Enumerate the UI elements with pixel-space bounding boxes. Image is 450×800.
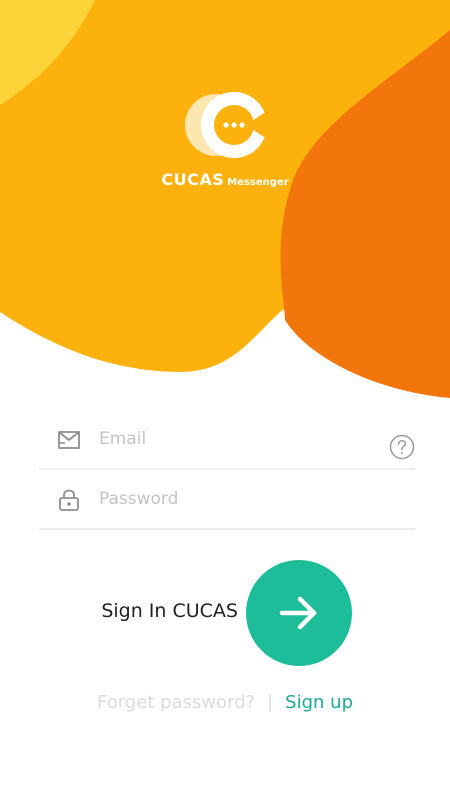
password-input[interactable]: [99, 484, 379, 514]
brand-wordmark: CUCAS Messenger: [0, 170, 450, 189]
brand-logo: CUCAS Messenger: [0, 90, 450, 200]
email-field-row: [39, 410, 415, 470]
login-screen: CUCASMessenger Sign In CUCAS Forg: [0, 0, 450, 800]
password-field-row: [39, 470, 415, 530]
chat-bubble-c-logo-icon: [185, 92, 267, 158]
sign-in-label: Sign In CUCAS: [101, 600, 238, 622]
sign-up-link[interactable]: Sign up: [285, 692, 353, 713]
email-input[interactable]: [99, 424, 379, 454]
hero-background: [0, 0, 450, 420]
brand-name: CUCAS: [161, 170, 225, 189]
question-circle-icon[interactable]: [389, 434, 415, 460]
footer-links: Forget password? | Sign up: [0, 692, 450, 713]
lock-icon: [59, 489, 79, 511]
sign-in-submit-button[interactable]: [246, 560, 352, 666]
mail-icon: [58, 431, 80, 449]
forget-password-link[interactable]: Forget password?: [97, 692, 255, 713]
arrow-right-icon: [279, 596, 317, 630]
link-divider: |: [267, 692, 274, 713]
brand-subtitle: Messenger: [227, 177, 289, 188]
